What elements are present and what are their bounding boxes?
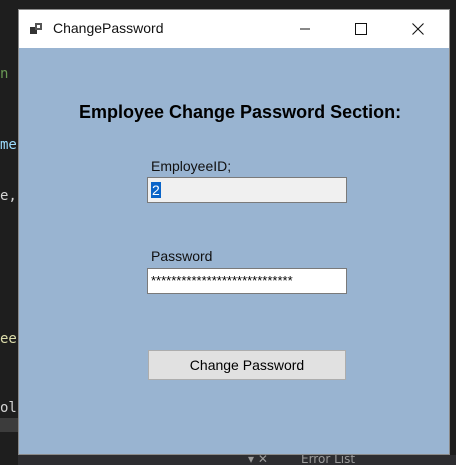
error-list-tab[interactable]: Error List	[301, 455, 355, 465]
minimize-button[interactable]	[282, 10, 328, 48]
maximize-icon	[355, 23, 367, 35]
ide-code-fragment: me	[0, 137, 17, 153]
ide-code-fragment: ee	[0, 331, 17, 347]
password-label: Password	[151, 248, 213, 264]
form-client-area: Employee Change Password Section: Employ…	[19, 48, 449, 454]
app-icon	[30, 23, 42, 34]
ide-scrollbar	[0, 418, 18, 432]
close-icon	[412, 23, 424, 35]
change-password-window: ChangePassword Employee Change Password …	[18, 9, 450, 455]
ide-code-fragment: n	[0, 66, 9, 82]
maximize-button[interactable]	[338, 10, 384, 48]
close-button[interactable]	[395, 10, 441, 48]
pin-icon: ▾ ✕	[248, 455, 268, 465]
employee-id-label: EmployeeID;	[151, 158, 232, 174]
ide-code-fragment: e,	[0, 188, 17, 204]
title-bar[interactable]: ChangePassword	[19, 10, 449, 48]
password-input[interactable]: ****************************	[147, 268, 347, 294]
window-title: ChangePassword	[53, 20, 164, 36]
ide-code-fragment: ol	[0, 400, 17, 416]
employee-id-input[interactable]: 2	[147, 177, 347, 203]
page-title: Employee Change Password Section:	[79, 102, 402, 122]
minimize-icon	[300, 28, 310, 30]
change-password-button[interactable]: Change Password	[148, 350, 346, 380]
employee-id-value: 2	[151, 182, 161, 198]
ide-status-strip: ▾ ✕ Error List	[18, 455, 456, 465]
